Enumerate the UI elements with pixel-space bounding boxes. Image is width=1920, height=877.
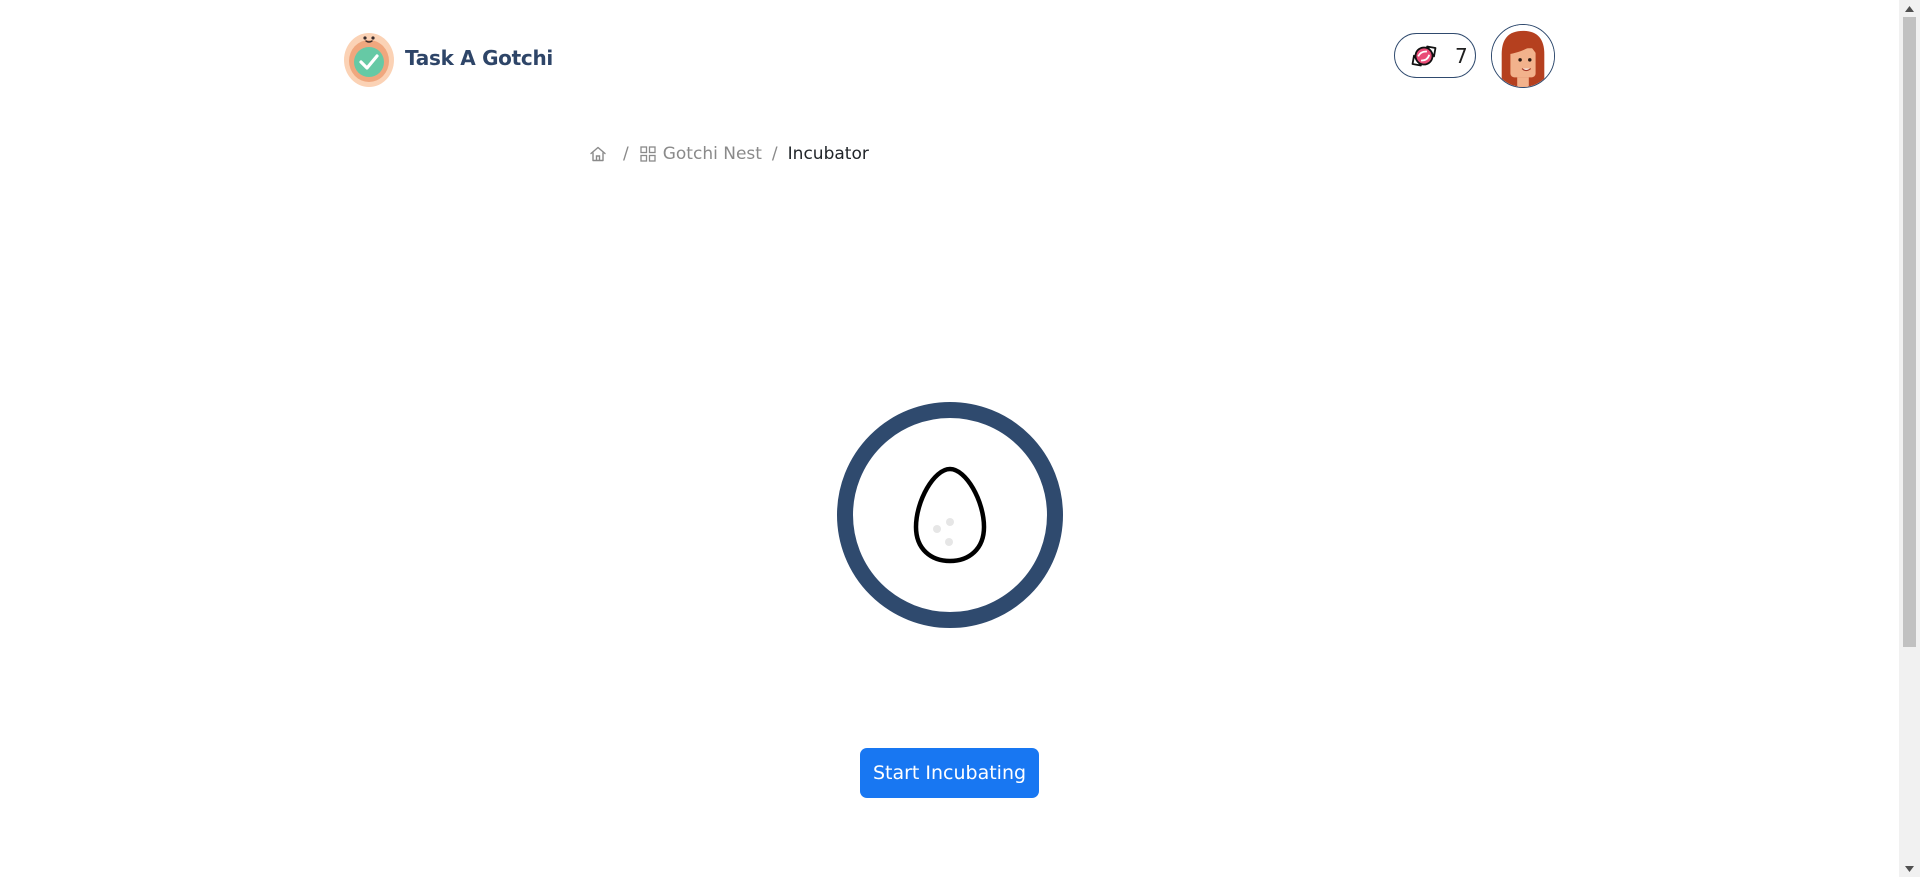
scroll-down-arrow[interactable] [1899,860,1920,877]
egg-icon [913,466,987,564]
breadcrumb-separator: / [771,144,778,164]
home-icon [590,146,606,162]
triangle-down-icon [1905,865,1914,872]
grid-icon [640,146,656,162]
breadcrumb-gotchi-nest-label: Gotchi Nest [662,144,762,164]
breadcrumb: / Gotchi Nest / Incubator [589,144,869,164]
user-avatar[interactable] [1491,24,1555,88]
breadcrumb-home[interactable] [589,145,613,163]
app-logo[interactable]: Task A Gotchi [343,29,553,87]
triangle-up-icon [1905,5,1914,12]
scroll-up-arrow[interactable] [1899,0,1920,17]
candy-icon [1411,45,1437,66]
gotchi-logo-icon [344,33,394,87]
app-title: Task A Gotchi [405,46,553,70]
scroll-thumb[interactable] [1903,17,1916,647]
user-avatar-icon [1492,25,1554,87]
candy-count: 7 [1455,43,1468,68]
vertical-scrollbar[interactable] [1899,0,1920,877]
incubator-ring [837,402,1063,628]
start-incubating-button[interactable]: Start Incubating [860,748,1039,798]
breadcrumb-incubator: Incubator [787,144,869,164]
breadcrumb-gotchi-nest[interactable]: Gotchi Nest [639,144,762,164]
candy-counter[interactable]: 7 [1394,33,1476,78]
breadcrumb-separator: / [623,144,629,164]
page: Task A Gotchi 7 / Gotchi Nest / Incubato… [0,0,1920,877]
